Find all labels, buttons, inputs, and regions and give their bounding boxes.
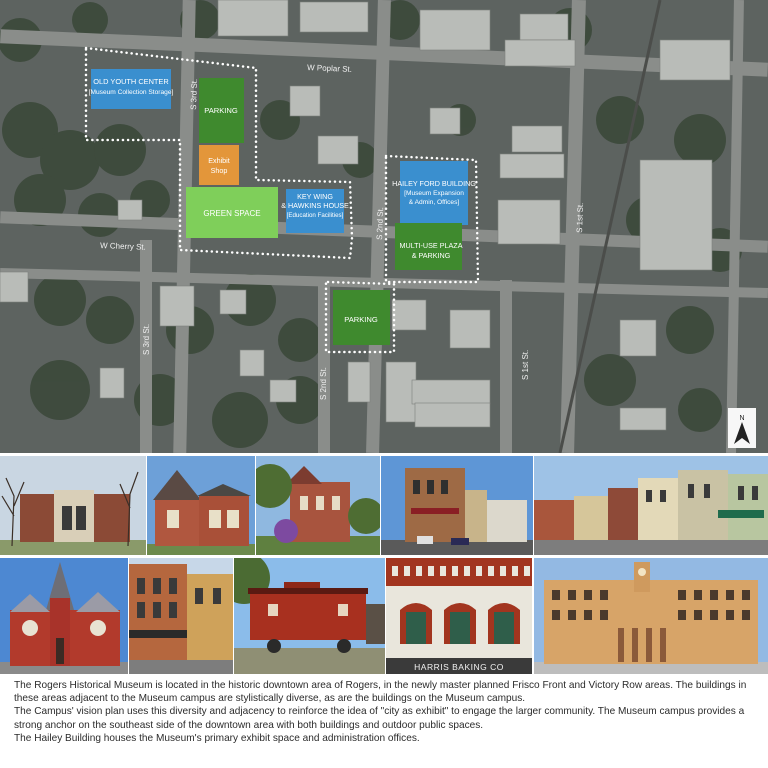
label-parking-north: PARKING — [204, 106, 238, 115]
label-old-youth-center-sub: [Museum Collection Storage] — [89, 89, 174, 96]
north-arrow-icon: N — [728, 408, 756, 448]
photo-grid: HARRIS BAKING CO — [0, 456, 768, 674]
caption-paragraph-3: The Hailey Building houses the Museum's … — [14, 732, 420, 744]
label-old-youth-center: OLD YOUTH CENTER — [93, 77, 168, 86]
photo-brick-church — [0, 558, 128, 674]
street-label-s-2nd-lower: S 2nd St. — [319, 367, 328, 400]
photo-red-caboose — [234, 558, 385, 674]
label-key-wing-line2: & HAWKINS HOUSE — [281, 201, 349, 210]
label-exhibit-shop-line2: Shop — [211, 166, 228, 175]
street-label-s-1st-mid: S 1st St. — [521, 350, 530, 380]
street-label-s-3rd-upper: S 3rd St. — [189, 79, 199, 110]
aerial-site-map: N W Poplar St. W Cherry St. S 3rd St. S … — [0, 0, 768, 454]
caption-paragraph-2: The Campus' vision plan uses this divers… — [14, 706, 745, 731]
photo-downtown-corner-building — [381, 456, 533, 555]
photo-main-street-row — [534, 456, 768, 555]
label-multi-use-plaza-line2: & PARKING — [412, 251, 451, 260]
label-multi-use-plaza: MULTI-USE PLAZA — [400, 241, 463, 250]
label-green-space: GREEN SPACE — [203, 209, 260, 218]
label-key-wing: KEY WING — [297, 192, 333, 201]
photo-hotel-building — [534, 558, 768, 674]
label-exhibit-shop: Exhibit — [208, 156, 230, 165]
photo-harris-baking-facade: HARRIS BAKING CO — [386, 558, 532, 674]
svg-text:N: N — [739, 415, 744, 422]
zone-exhibit-shop — [199, 145, 239, 185]
label-hailey-ford-line3: & Admin, Offices] — [409, 199, 460, 206]
street-label-s-2nd-upper: S 2nd St. — [375, 207, 385, 240]
label-key-wing-line3: [Education Facilities] — [287, 212, 344, 219]
photo-library-building — [0, 456, 146, 555]
label-parking-south: PARKING — [344, 315, 378, 324]
label-hailey-ford: HAILEY FORD BUILDING — [392, 179, 476, 188]
street-label-s-3rd-lower: S 3rd St. — [142, 324, 151, 355]
street-label-s-1st-right: S 1st St. — [575, 203, 585, 234]
photo-brick-house — [147, 456, 255, 555]
harris-baking-sign: HARRIS BAKING CO — [414, 662, 504, 672]
photo-victorian-mansion — [256, 456, 380, 555]
photo-brick-storefronts — [129, 558, 233, 674]
street-label-w-cherry: W Cherry St. — [100, 241, 146, 252]
caption-text: The Rogers Historical Museum is located … — [14, 679, 756, 745]
label-hailey-ford-line2: [Museum Expansion — [404, 190, 464, 197]
caption-paragraph-1: The Rogers Historical Museum is located … — [14, 680, 747, 705]
